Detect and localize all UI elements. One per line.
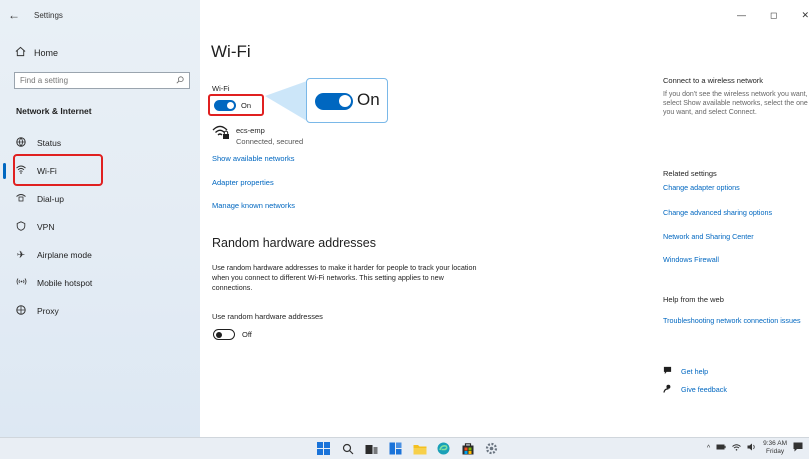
- window-controls: — ◻ ✕: [737, 10, 809, 21]
- related-link[interactable]: Windows Firewall: [663, 255, 809, 264]
- random-hw-description: Use random hardware addresses to make it…: [212, 263, 477, 292]
- taskbar-apps: [316, 441, 499, 456]
- clock-time: 9:36 AM: [763, 440, 787, 447]
- sidebar-item-dialup[interactable]: Dial-up: [0, 186, 200, 212]
- airplane-icon: ✈: [16, 249, 26, 261]
- connected-network[interactable]: ecs-emp Connected, secured: [212, 124, 303, 146]
- sidebar-item-label: Status: [37, 138, 62, 148]
- troubleshoot-link[interactable]: Troubleshooting network connection issue…: [663, 316, 803, 325]
- callout-pointer: [265, 81, 307, 121]
- wifi-toggle-label: Wi-Fi: [212, 84, 230, 93]
- help-heading: Help from the web: [663, 295, 724, 304]
- toggle-knob: [339, 95, 351, 107]
- adapter-properties-link[interactable]: Adapter properties: [212, 178, 274, 187]
- edge-browser-icon[interactable]: [436, 441, 451, 456]
- settings-gear-icon[interactable]: [484, 441, 499, 456]
- wifi-toggle[interactable]: [214, 100, 236, 111]
- sidebar-item-label: Dial-up: [37, 194, 64, 204]
- clock-day: Friday: [766, 448, 785, 455]
- help-chat-icon: [663, 366, 673, 377]
- related-link[interactable]: Network and Sharing Center: [663, 232, 809, 241]
- sidebar-item-label: VPN: [37, 222, 55, 232]
- random-hw-title: Random hardware addresses: [212, 236, 376, 250]
- main-content: — ◻ ✕ Wi-Fi Wi-Fi On On ecs-emp Connecte…: [200, 0, 809, 437]
- related-heading: Related settings: [663, 169, 717, 178]
- show-networks-link[interactable]: Show available networks: [212, 154, 295, 163]
- search-icon: [176, 75, 184, 86]
- proxy-icon: [15, 304, 27, 318]
- vpn-icon: [15, 220, 27, 234]
- back-arrow-icon[interactable]: ←: [8, 8, 20, 22]
- search-input[interactable]: Find a setting: [14, 72, 190, 89]
- store-icon[interactable]: [460, 441, 475, 456]
- title-bar: ← Settings: [8, 8, 63, 22]
- feedback-icon: [663, 384, 673, 395]
- related-link[interactable]: Change advanced sharing options: [663, 208, 809, 217]
- chevron-up-icon[interactable]: ^: [707, 445, 710, 452]
- section-title: Network & Internet: [16, 106, 92, 116]
- sidebar-item-vpn[interactable]: VPN: [0, 214, 200, 240]
- random-hw-toggle[interactable]: [213, 329, 235, 340]
- wifi-secured-icon: [212, 124, 230, 145]
- network-name: ecs-emp: [236, 126, 265, 135]
- sidebar-item-label: Mobile hotspot: [37, 278, 93, 288]
- volume-icon[interactable]: [747, 443, 757, 453]
- zoomed-toggle: [315, 93, 353, 110]
- related-link[interactable]: Change adapter options: [663, 183, 809, 192]
- system-tray: ^ 9:36 AM Friday: [707, 440, 803, 456]
- globe-icon: [15, 136, 27, 150]
- connect-heading: Connect to a wireless network: [663, 76, 764, 85]
- notification-icon[interactable]: [793, 442, 803, 454]
- give-feedback-label: Give feedback: [681, 385, 727, 394]
- home-icon: [15, 46, 26, 59]
- wifi-toggle-state: On: [241, 101, 252, 110]
- manage-networks-link[interactable]: Manage known networks: [212, 201, 295, 210]
- taskbar: ^ 9:36 AM Friday: [0, 437, 809, 459]
- search-placeholder: Find a setting: [20, 76, 69, 85]
- sidebar-item-label: Proxy: [37, 306, 59, 316]
- network-status: Connected, secured: [236, 137, 304, 146]
- toggle-knob: [216, 332, 222, 338]
- toggle-zoom-callout: On: [306, 78, 388, 123]
- random-hw-toggle-label: Use random hardware addresses: [212, 312, 323, 321]
- app-title: Settings: [34, 10, 63, 20]
- toggle-knob: [227, 102, 234, 109]
- maximize-button[interactable]: ◻: [770, 10, 777, 21]
- minimize-button[interactable]: —: [737, 10, 746, 21]
- widgets-icon[interactable]: [388, 441, 403, 456]
- sidebar-item-hotspot[interactable]: Mobile hotspot: [0, 270, 200, 296]
- get-help-label: Get help: [681, 367, 709, 376]
- sidebar-item-proxy[interactable]: Proxy: [0, 298, 200, 324]
- sidebar: ← Settings Home Find a setting Network &…: [0, 0, 200, 437]
- task-view-icon[interactable]: [364, 441, 379, 456]
- random-hw-toggle-state: Off: [242, 330, 252, 339]
- search-icon[interactable]: [340, 441, 355, 456]
- sidebar-item-label: Airplane mode: [37, 250, 92, 260]
- wifi-highlight-box: [13, 154, 103, 186]
- active-indicator: [3, 163, 6, 179]
- home-link[interactable]: Home: [15, 46, 58, 59]
- close-button[interactable]: ✕: [801, 10, 809, 21]
- dialup-icon: [15, 193, 27, 205]
- windows-start-icon[interactable]: [316, 441, 331, 456]
- zoomed-toggle-state: On: [357, 90, 380, 109]
- battery-icon[interactable]: [716, 444, 726, 452]
- home-label: Home: [34, 47, 59, 58]
- give-feedback-link[interactable]: Give feedback: [663, 384, 727, 395]
- get-help-link[interactable]: Get help: [663, 366, 708, 377]
- page-title: Wi-Fi: [211, 42, 251, 61]
- sidebar-item-status[interactable]: Status: [0, 130, 200, 156]
- sidebar-item-airplane[interactable]: ✈ Airplane mode: [0, 242, 200, 268]
- clock[interactable]: 9:36 AM Friday: [763, 440, 787, 456]
- wifi-icon[interactable]: [732, 443, 741, 453]
- connect-text: If you don't see the wireless network yo…: [663, 91, 808, 116]
- file-explorer-icon[interactable]: [412, 441, 427, 456]
- hotspot-icon: [15, 277, 27, 289]
